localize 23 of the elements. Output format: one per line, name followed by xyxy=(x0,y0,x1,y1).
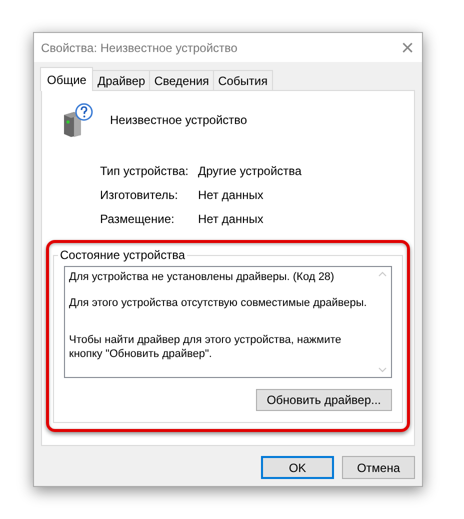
property-label: Размещение: xyxy=(100,212,176,226)
property-value: Другие устройства xyxy=(198,164,303,178)
ok-button[interactable]: OK xyxy=(261,456,334,479)
cancel-button[interactable]: Отмена xyxy=(342,456,415,479)
status-message: Для этого устройства отсутствую совместимые драйверы. xyxy=(69,296,368,310)
property-value: Нет данных xyxy=(198,212,264,226)
status-message: Чтобы найти драйвер для этого устройства, нажмите кнопку "Обновить драйвер". xyxy=(69,333,342,361)
property-label: Тип устройства: xyxy=(100,164,190,178)
group-title: Состояние устройства xyxy=(58,248,188,262)
status-message: Для устройства не установлены драйверы. (Код 28) xyxy=(69,270,336,284)
tab[interactable]: Общие xyxy=(40,67,94,91)
device-name: Неизвестное устройство xyxy=(110,113,248,127)
scroll-down-icon[interactable] xyxy=(378,367,387,373)
scroll-up-icon[interactable] xyxy=(378,271,387,277)
tab[interactable]: События xyxy=(213,70,273,90)
tab[interactable]: Сведения xyxy=(149,70,214,90)
property-label: Изготовитель: xyxy=(100,188,179,202)
tab[interactable]: Драйвер xyxy=(92,70,150,90)
close-button[interactable]: × xyxy=(401,36,414,58)
status-text-box[interactable]: Для устройства не установлены драйверы. (Код 28) Для этого устройства отсутствую совместимые драйверы. Чтобы найти драйвер для этого устройства, нажмите кнопку "Обновить драйвер". xyxy=(64,266,392,378)
update-driver-button[interactable]: Обновить драйвер... xyxy=(256,389,392,411)
property-value: Нет данных xyxy=(198,188,264,202)
window-title: Свойства: Неизвестное устройство xyxy=(41,40,238,54)
